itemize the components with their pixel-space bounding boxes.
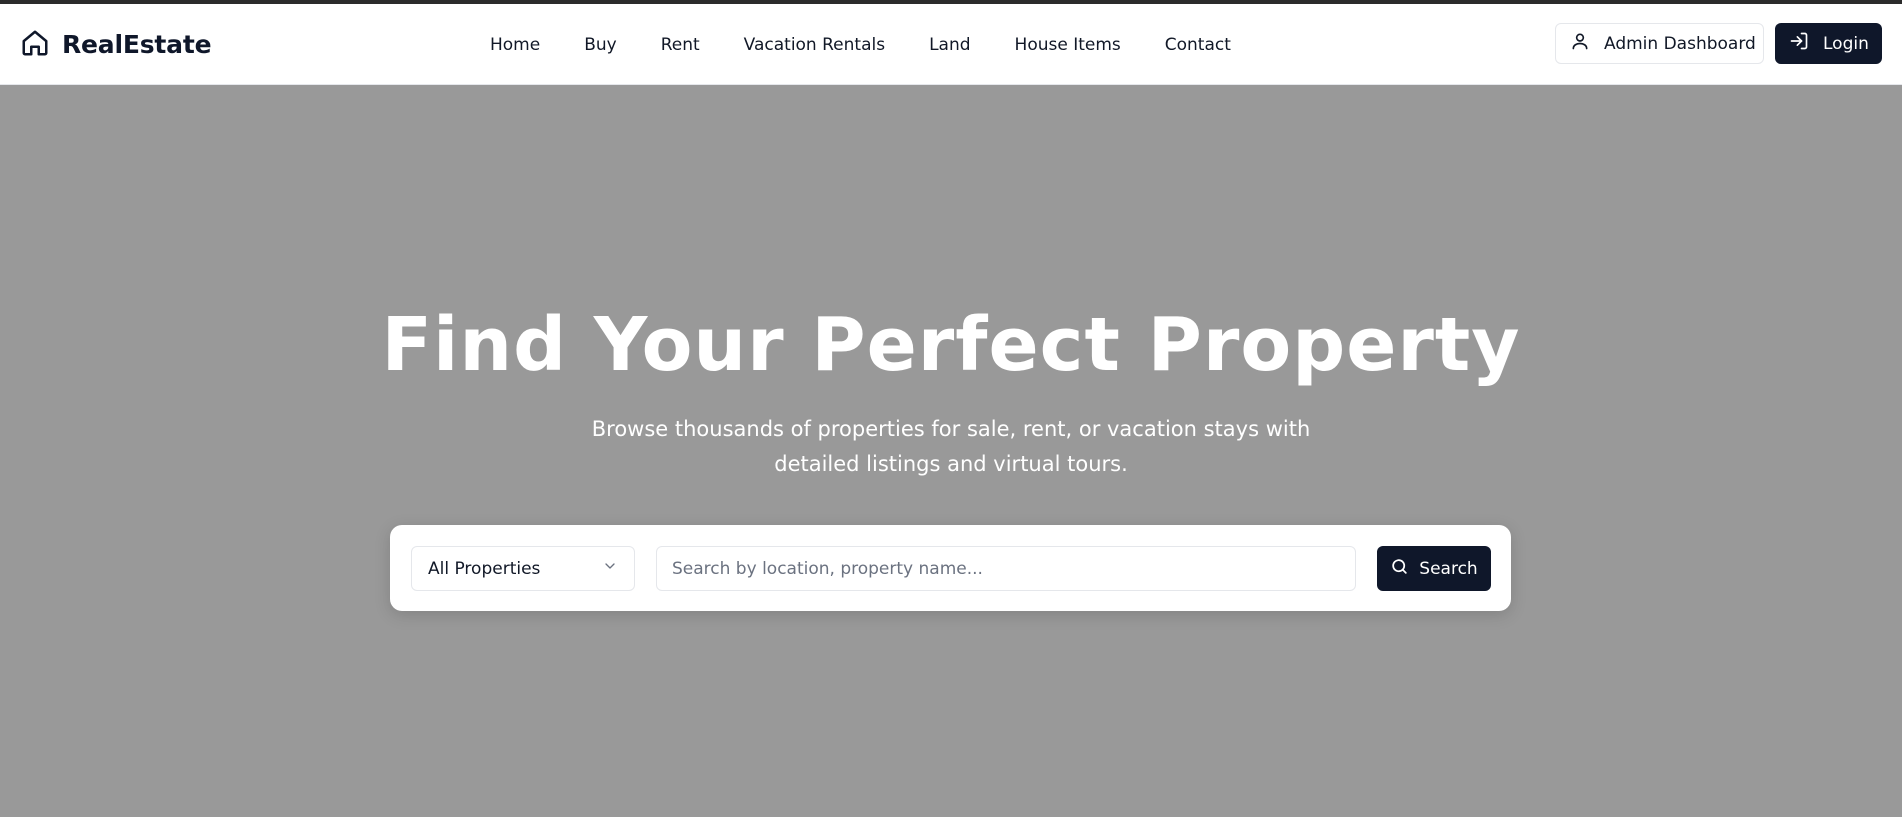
navbar: RealEstate Home Buy Rent Vacation Rental… — [0, 4, 1902, 85]
hero-subtitle: Browse thousands of properties for sale,… — [591, 417, 1311, 476]
nav-link-vacation-rentals[interactable]: Vacation Rentals — [744, 35, 885, 55]
nav-link-rent[interactable]: Rent — [661, 35, 700, 55]
admin-dashboard-button[interactable]: Admin Dashboard — [1555, 23, 1764, 64]
nav-link-house-items[interactable]: House Items — [1015, 35, 1121, 55]
search-button[interactable]: Search — [1377, 546, 1491, 591]
search-button-label: Search — [1419, 558, 1478, 579]
property-type-select[interactable]: All Properties — [411, 546, 635, 591]
main-nav: Home Buy Rent Vacation Rentals Land Hous… — [490, 4, 1231, 85]
nav-link-land[interactable]: Land — [929, 35, 970, 55]
home-icon — [20, 28, 50, 62]
chevron-down-icon — [602, 558, 618, 579]
user-icon — [1570, 31, 1590, 56]
nav-link-contact[interactable]: Contact — [1165, 35, 1231, 55]
admin-dashboard-label: Admin Dashboard — [1604, 33, 1756, 54]
hero-section: Find Your Perfect Property Browse thousa… — [0, 85, 1902, 817]
nav-link-buy[interactable]: Buy — [584, 35, 617, 55]
search-icon — [1390, 557, 1409, 581]
brand-logo[interactable]: RealEstate — [20, 4, 212, 85]
login-button[interactable]: Login — [1775, 23, 1882, 64]
hero-title: Find Your Perfect Property — [381, 302, 1521, 388]
property-type-selected: All Properties — [428, 558, 541, 579]
log-in-icon — [1789, 31, 1809, 56]
search-input[interactable] — [656, 546, 1356, 591]
search-card: All Properties Search — [390, 525, 1511, 611]
brand-name: RealEstate — [62, 30, 212, 59]
nav-link-home[interactable]: Home — [490, 35, 540, 55]
login-label: Login — [1823, 33, 1869, 54]
